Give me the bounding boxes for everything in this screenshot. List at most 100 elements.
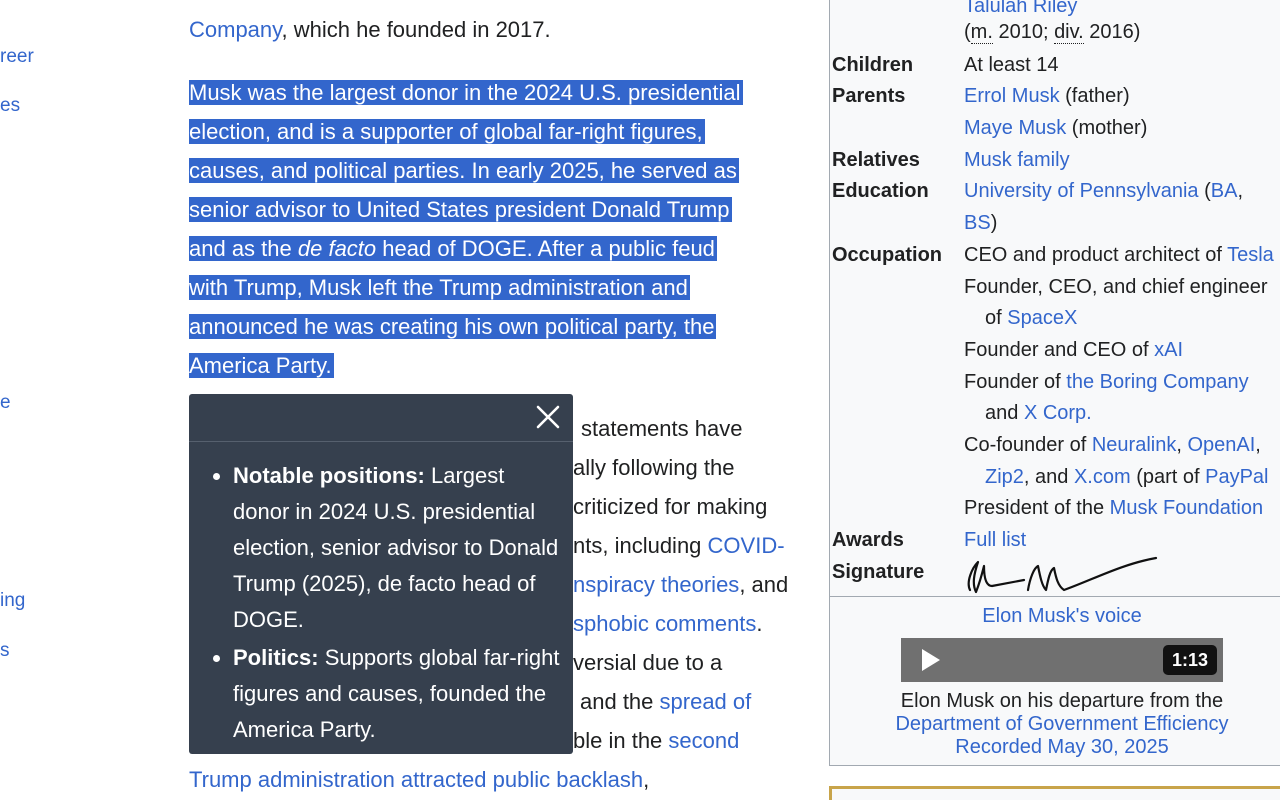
occ-sep: , [1176,434,1188,456]
x-corp-link[interactable]: X Corp. [1024,402,1092,424]
selected-line: and as the de facto head of DOGE. After … [189,236,717,261]
selected-paragraph: Musk was the largest donor in the 2024 U… [189,73,814,385]
italic-de-facto: de facto [297,236,377,261]
paragraph-line: nts, including COVID- [573,526,813,565]
occ-sep: , [1255,434,1261,456]
mother-link[interactable]: Maye Musk [964,117,1066,139]
sidebar-item-fragment[interactable]: es [0,94,20,118]
selected-line: senior advisor to United States presiden… [189,197,732,222]
occupation-label: Occupation [832,244,943,266]
popup-item-label: Politics: [233,645,319,670]
paypal-link[interactable]: PayPal [1205,466,1268,488]
selected-line-end: head of DOGE. After a public feud [376,236,715,261]
second-link[interactable]: second [668,728,739,753]
selected-line: causes, and political parties. In early … [189,158,739,183]
phobic-comments-link[interactable]: sphobic comments [573,611,756,636]
full-list-link[interactable]: Full list [964,529,1026,551]
paragraph-line: and the spread of [580,682,820,721]
occ-text: of [985,307,1008,329]
boring-company-link[interactable]: the Boring Company [1066,371,1248,393]
education-label: Education [832,180,929,202]
paragraph-text: nts, including [573,533,708,558]
mother-value: Maye Musk (mother) [964,112,1147,144]
paragraph-text: and the [580,689,660,714]
selected-line: Musk was the largest donor in the 2024 U… [189,80,743,105]
upenn-link[interactable]: University of Pennsylvania [964,180,1199,202]
musk-foundation-link[interactable]: Musk Foundation [1110,497,1263,519]
paragraph-line: versial due to a [573,650,723,675]
occupation-value-4: Founder and CEO of xAI [964,334,1183,366]
selected-line-start: and as the [189,236,298,261]
audio-caption: Elon Musk on his departure from the [900,690,1224,712]
occ-text: and [985,402,1024,424]
selected-line: announced he was creating his own politi… [189,314,717,339]
occupation-value-3: of SpaceX [964,302,1077,334]
occ-text: President of the [964,497,1110,519]
covid-link[interactable]: COVID- [708,533,785,558]
paragraph-text: , and [739,572,789,597]
occupation-value-9: President of the Musk Foundation [964,492,1263,524]
spread-of-link[interactable]: spread of [660,689,752,714]
spacex-link[interactable]: SpaceX [1007,307,1077,329]
conspiracy-theories-link[interactable]: nspiracy theories [573,572,739,597]
audio-caption-date: Recorded May 30, 2025 [830,736,1280,759]
audio-caption-link-line: Department of Government Efficiency [830,713,1280,736]
children-label: Children [832,54,914,76]
intro-text: , which he founded in 2017. [281,17,551,42]
company-link[interactable]: Company [189,17,282,42]
spouse-link[interactable]: Talulah Riley [964,0,1077,17]
popup-list-item: Notable positions: Largest donor in 2024… [233,458,573,638]
x-com-link[interactable]: X.com [1074,466,1131,488]
mother-note: (mother) [1066,117,1148,139]
next-infobox-edge [829,786,1280,800]
popup-list-item: Politics: Supports global far-right figu… [233,640,573,748]
occupation-value-8: Zip2, and X.com (part of PayPal [964,461,1269,493]
occ-sep: , and [1023,466,1074,488]
paragraph-text: . [756,611,763,636]
sidebar-item-fragment[interactable]: s [0,639,10,663]
infobox-divider [830,596,1280,597]
occ-text: Founder and CEO of [964,339,1155,361]
awards-label: Awards [832,529,904,551]
divorced-year: 2016) [1083,21,1141,43]
paragraph-line: ble in the second [573,721,813,760]
edu-open: ( [1198,180,1211,202]
edu-comma: , [1237,180,1244,202]
occ-text: CEO and product architect of [964,244,1228,266]
parents-label: Parents [832,85,906,107]
backlash-link[interactable]: Trump administration attracted public ba… [189,767,643,792]
father-value: Errol Musk (father) [964,80,1130,112]
occ-text: Co-founder of [964,434,1092,456]
musk-family-link[interactable]: Musk family [964,149,1070,171]
popup-list: Notable positions: Largest donor in 2024… [189,442,573,748]
recorded-date-link[interactable]: Recorded May 30, 2025 [955,736,1168,758]
bs-link[interactable]: BS [964,212,991,234]
signature-label: Signature [832,561,925,583]
divorced-abbr: div. [1054,21,1084,44]
father-link[interactable]: Errol Musk [964,85,1060,107]
selected-line: election, and is a supporter of global f… [189,119,705,144]
voice-link[interactable]: Elon Musk's voice [982,605,1141,627]
sidebar-item-fragment[interactable]: e [0,391,11,415]
openai-link[interactable]: OpenAI [1187,434,1255,456]
popup-item-text: Largest donor in 2024 U.S. presidential … [233,463,559,632]
sidebar-item-fragment[interactable]: ing [0,589,25,613]
close-icon[interactable] [535,404,561,430]
audio-duration: 1:13 [1162,645,1217,675]
paragraph-line: nspiracy theories, and [573,565,813,604]
married-year: 2010; [992,21,1055,43]
selected-line: with Trump, Musk left the Trump administ… [189,275,690,300]
relatives-value: Musk family [964,144,1070,176]
xai-link[interactable]: xAI [1154,339,1183,361]
neuralink-link[interactable]: Neuralink [1092,434,1176,456]
zip2-link[interactable]: Zip2 [985,466,1024,488]
play-icon[interactable] [917,647,943,673]
relatives-label: Relatives [832,149,920,171]
audio-player[interactable]: 1:13 [901,638,1223,682]
ba-link[interactable]: BA [1211,180,1238,202]
sidebar-item-fragment[interactable]: reer [0,45,34,69]
tesla-link[interactable]: Tesla [1227,244,1274,266]
occupation-value-7: Co-founder of Neuralink, OpenAI, [964,429,1261,461]
popup-header [189,394,573,442]
doge-link[interactable]: Department of Government Efficiency [895,713,1228,735]
